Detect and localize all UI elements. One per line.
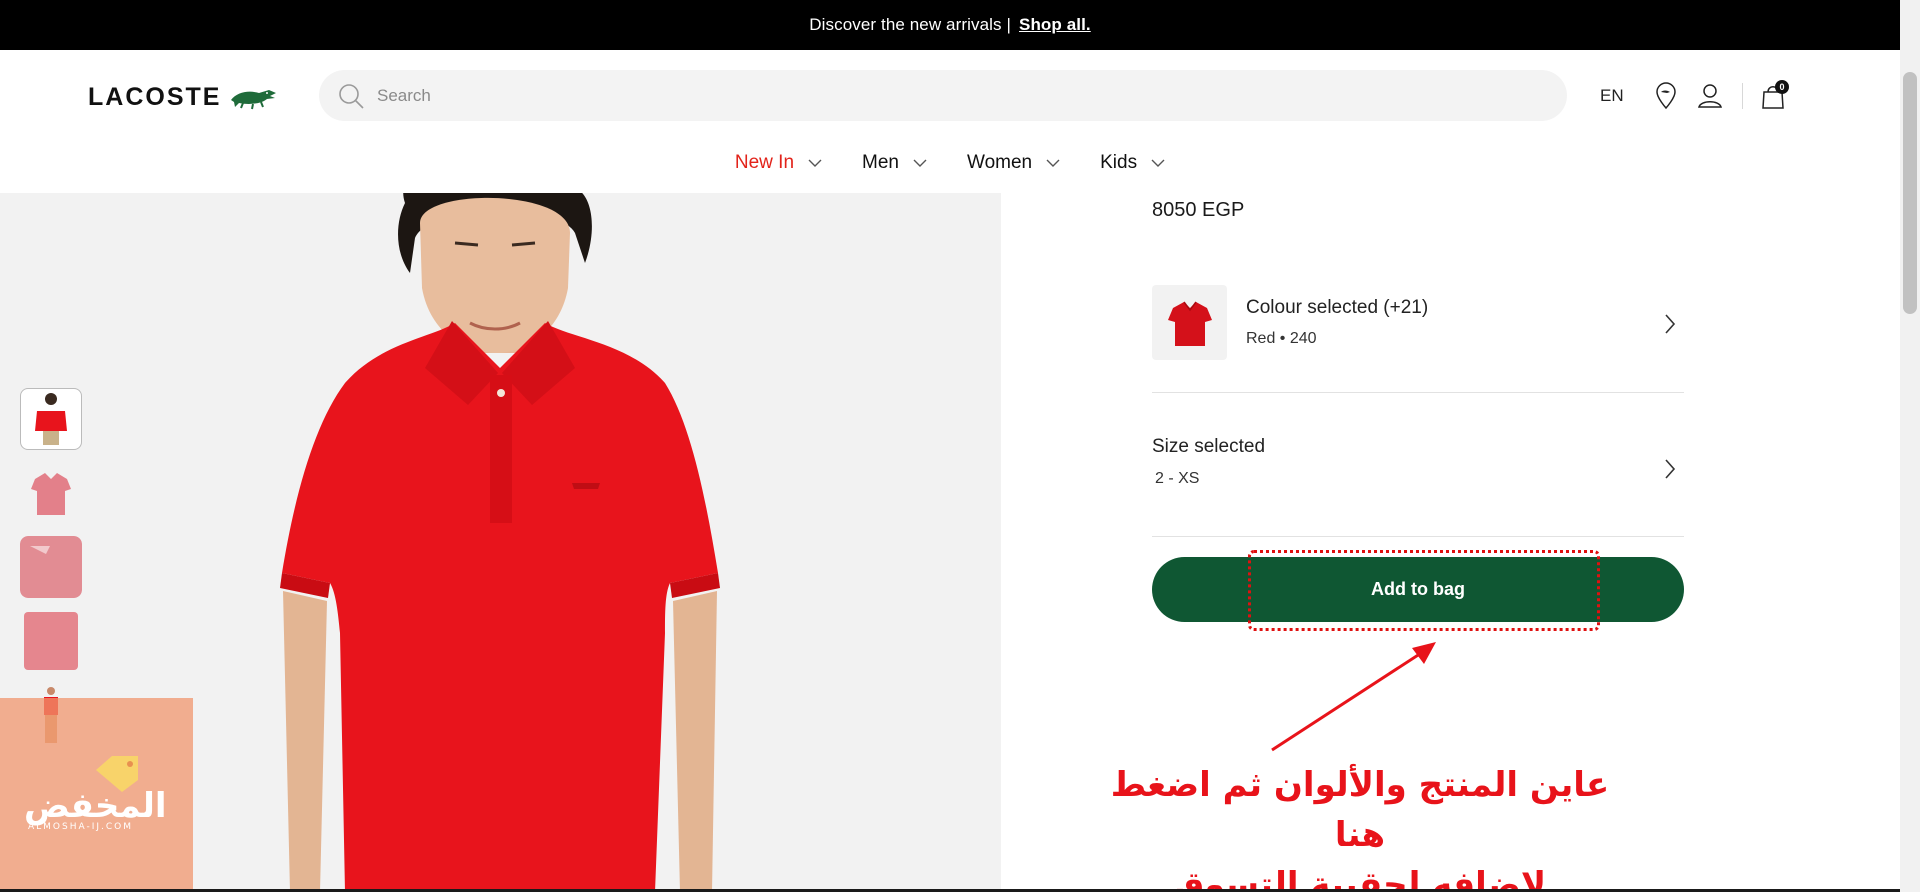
thumbnail-polo-flat[interactable]: [20, 462, 82, 524]
nav-item-women[interactable]: Women: [967, 152, 1060, 174]
size-selector[interactable]: Size selected 2 - XS: [1152, 393, 1684, 537]
annotation-line-2: لإضافه لحقيبة التسوق: [1173, 865, 1547, 892]
watermark-name: المخفض: [24, 786, 167, 826]
chevron-down-icon: [913, 159, 927, 167]
crocodile-icon: [231, 90, 277, 110]
size-selected-title: Size selected: [1152, 436, 1266, 457]
watermark-overlay: المخفض ALMOSHA-IJ.COM: [0, 698, 193, 892]
location-pin-icon: [1656, 82, 1676, 110]
brand-wordmark: LACOSTE: [88, 82, 222, 111]
colour-selected-value: Red • 240: [1246, 330, 1317, 347]
chevron-right-icon: [1665, 459, 1676, 479]
colour-swatch: [1152, 285, 1227, 360]
search-bar[interactable]: [319, 70, 1567, 121]
language-selector[interactable]: EN: [1600, 86, 1640, 106]
nav-item-label: New In: [734, 152, 795, 173]
chevron-right-icon: [1665, 314, 1676, 334]
nav-item-label: Women: [967, 152, 1033, 173]
chevron-down-icon: [808, 159, 822, 167]
thumbnail-polo-folded[interactable]: [20, 536, 82, 598]
polo-swatch-image: [1167, 301, 1212, 346]
page: Discover the new arrivals | Shop all. LA…: [0, 0, 1920, 892]
product-price: 8050 EGP: [1152, 199, 1245, 221]
watermark-site: ALMOSHA-IJ.COM: [28, 822, 134, 832]
colour-selected-title: Colour selected (+21): [1246, 297, 1429, 318]
nav-item-label: Kids: [1100, 152, 1138, 173]
thumbnail-image: [20, 536, 82, 598]
product-image-gallery[interactable]: المخفض ALMOSHA-IJ.COM: [0, 193, 1001, 892]
bag-count-badge: 0: [1775, 80, 1789, 94]
thumbnail-image: [24, 612, 78, 670]
thumbnail-image: [31, 473, 71, 515]
highlight-box: [1248, 550, 1600, 631]
page-scrollbar[interactable]: [1900, 0, 1920, 892]
chevron-down-icon: [1151, 159, 1165, 167]
account-button[interactable]: [1692, 78, 1728, 114]
nav-item-kids[interactable]: Kids: [1100, 152, 1165, 174]
header-actions: EN 0: [1600, 78, 1791, 114]
thumbnail-image: [35, 393, 67, 445]
colour-selector[interactable]: Colour selected (+21) Red • 240: [1152, 285, 1684, 393]
store-locator-button[interactable]: [1648, 78, 1684, 114]
bag-button[interactable]: 0: [1755, 78, 1791, 114]
header-divider: [1742, 83, 1743, 109]
user-icon: [1698, 84, 1722, 108]
site-header: LACOSTE EN: [0, 50, 1900, 193]
chevron-down-icon: [1046, 159, 1060, 167]
annotation-line-1: عاين المنتج والألوان ثم اضغط هنا: [1110, 765, 1610, 855]
nav-item-label: Men: [862, 152, 899, 173]
size-selected-value: 2 - XS: [1155, 470, 1200, 487]
promo-bar: Discover the new arrivals | Shop all.: [0, 0, 1900, 50]
thumbnail-model-front[interactable]: [20, 388, 82, 450]
annotation-arrow: [1271, 642, 1436, 752]
shop-all-link[interactable]: Shop all.: [1019, 15, 1091, 35]
annotation-caption: عاين المنتج والألوان ثم اضغط هنا لإضافه …: [1080, 760, 1640, 892]
nav-item-men[interactable]: Men: [862, 152, 927, 174]
brand-logo[interactable]: LACOSTE: [88, 82, 279, 112]
search-icon: [339, 83, 364, 109]
thumbnail-fabric-detail[interactable]: [20, 610, 82, 672]
search-input[interactable]: [377, 85, 1477, 106]
main-nav: New In Men Women Kids: [0, 143, 1900, 183]
nav-item-new-in[interactable]: New In: [735, 152, 822, 174]
scrollbar-thumb[interactable]: [1903, 72, 1917, 314]
promo-text: Discover the new arrivals |: [809, 15, 1011, 34]
